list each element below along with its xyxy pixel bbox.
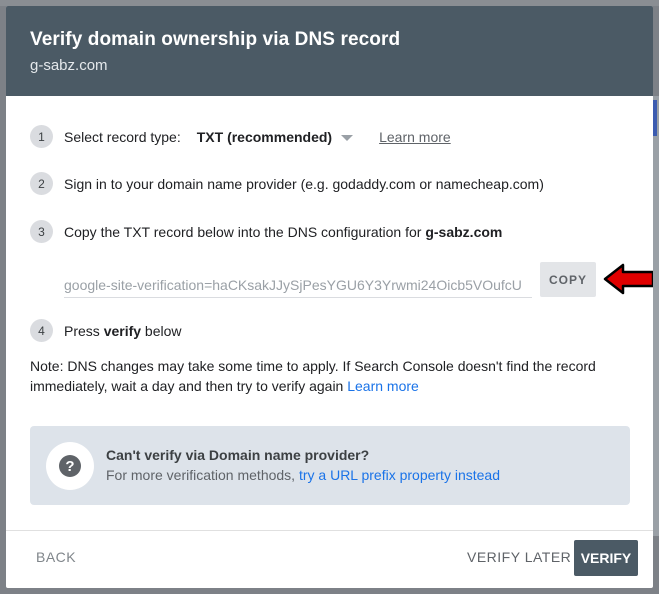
verify-dns-dialog: Verify domain ownership via DNS record g… [6, 6, 653, 588]
info-text: For more verification methods, try a URL… [106, 467, 500, 483]
step-label-text: Copy the TXT record below into the DNS c… [64, 223, 426, 240]
dns-note: Note: DNS changes may take some time to … [30, 356, 630, 396]
arrow-pointer-icon [603, 263, 653, 295]
step-label: Copy the TXT record below into the DNS c… [64, 224, 502, 240]
step-number: 1 [30, 125, 53, 148]
dialog-subtitle: g-sabz.com [30, 57, 108, 74]
step-domain: g-sabz.com [425, 223, 503, 240]
dialog-header: Verify domain ownership via DNS record g… [6, 6, 653, 96]
info-title: Can't verify via Domain name provider? [106, 447, 370, 463]
verify-button[interactable]: VERIFY [574, 540, 638, 576]
step-1: 1 Select record type: TXT (recommended) … [30, 125, 451, 148]
info-text-body: For more verification methods, [106, 467, 299, 483]
learn-more-link[interactable]: Learn more [379, 129, 451, 145]
step-label-bold: verify [103, 322, 142, 339]
url-prefix-link[interactable]: try a URL prefix property instead [299, 467, 500, 483]
help-icon-container: ? [46, 442, 94, 490]
verify-later-button[interactable]: VERIFY LATER [467, 549, 571, 565]
step-number: 2 [30, 172, 53, 195]
note-text: Note: DNS changes may take some time to … [30, 358, 596, 394]
dropdown-caret-icon [341, 134, 354, 141]
step-label: Press verify below [64, 323, 182, 339]
dialog-title: Verify domain ownership via DNS record [30, 29, 401, 50]
step-2: 2 Sign in to your domain name provider (… [30, 172, 544, 195]
step-3: 3 Copy the TXT record below into the DNS… [30, 220, 502, 243]
alternate-method-box: ? Can't verify via Domain name provider?… [30, 426, 630, 505]
dialog-footer: BACK VERIFY LATER VERIFY [6, 530, 653, 588]
step-label: Sign in to your domain name provider (e.… [64, 175, 544, 192]
record-type-value: TXT (recommended) [196, 128, 333, 145]
back-button[interactable]: BACK [36, 549, 76, 565]
step-label-pre: Press [64, 322, 104, 339]
record-type-select[interactable]: TXT (recommended) [196, 128, 354, 145]
step-label: Select record type: [64, 128, 181, 145]
copy-button[interactable]: COPY [540, 262, 596, 297]
step-label-post: below [141, 322, 182, 339]
txt-record-field[interactable]: google-site-verification=haCKsakJJySjPes… [64, 274, 532, 298]
step-number: 3 [30, 220, 53, 243]
step-number: 4 [30, 319, 53, 342]
step-4: 4 Press verify below [30, 319, 182, 342]
help-icon: ? [59, 455, 81, 477]
note-learn-more-link[interactable]: Learn more [347, 378, 419, 394]
